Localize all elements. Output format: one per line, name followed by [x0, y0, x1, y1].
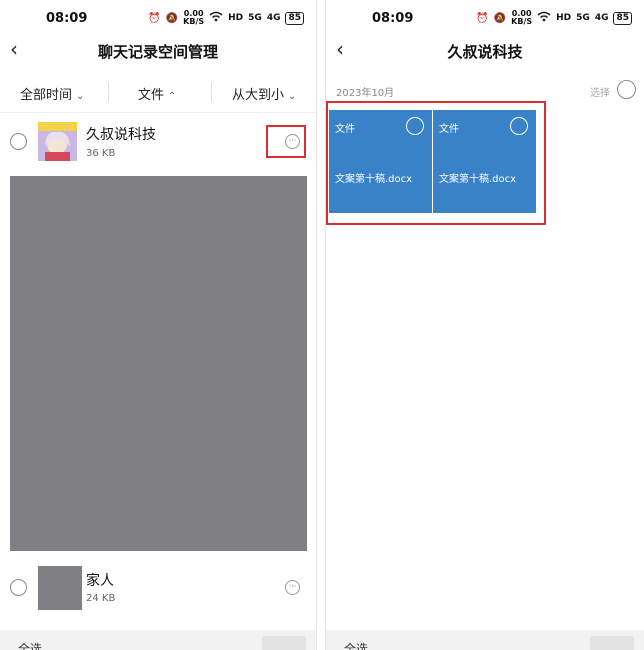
- select-all-button[interactable]: 全选: [18, 640, 42, 650]
- chevron-up-icon: ⌃: [168, 91, 177, 102]
- file-card[interactable]: 文件 文案第十稿.docx: [329, 110, 432, 213]
- status-bar: 08:09 ⏰ 🔕 0.00 KB/S HD 5G 4G 85: [326, 0, 644, 36]
- wifi-icon: [537, 11, 551, 25]
- chevron-down-icon: ⌄: [288, 91, 297, 102]
- action-button[interactable]: [262, 636, 306, 650]
- screen-divider: [316, 0, 326, 650]
- item-name: 家人: [86, 573, 114, 589]
- month-label: 2023年10月: [336, 88, 395, 99]
- file-card[interactable]: 文件 文案第十稿.docx: [433, 110, 536, 213]
- alarm-icon: ⏰: [476, 12, 489, 24]
- status-time: 08:09: [46, 11, 88, 26]
- select-all-button[interactable]: 全选: [344, 640, 368, 650]
- more-icon[interactable]: ···: [285, 580, 300, 595]
- status-bar: 08:09 ⏰ 🔕 0.00 KB/S HD 5G 4G 85: [0, 0, 316, 36]
- wifi-icon: [209, 11, 223, 25]
- status-icons: ⏰ 🔕 0.00 KB/S HD 5G 4G 85: [148, 10, 304, 26]
- signal-5g-icon: 5G: [576, 13, 590, 23]
- signal-4g-icon: 4G: [266, 13, 281, 23]
- item-name: 久叔说科技: [86, 127, 156, 143]
- file-type-label: 文件: [439, 124, 459, 135]
- page-title: 聊天记录空间管理: [97, 43, 218, 61]
- nav-header: ‹ 聊天记录空间管理: [0, 36, 316, 66]
- nav-header: ‹ 久叔说科技: [326, 36, 644, 66]
- right-screen: 08:09 ⏰ 🔕 0.00 KB/S HD 5G 4G 85 ‹ 久叔说科技 …: [326, 0, 644, 650]
- page-title: 久叔说科技: [447, 43, 523, 61]
- file-select-radio[interactable]: [406, 117, 424, 135]
- net-speed: 0.00 KB/S: [183, 9, 205, 26]
- filter-type[interactable]: 文件 ⌃: [138, 84, 176, 103]
- chevron-down-icon: ⌄: [76, 91, 85, 102]
- filter-time[interactable]: 全部时间 ⌄: [20, 84, 84, 103]
- item-radio[interactable]: [10, 133, 27, 150]
- left-screen: 08:09 ⏰ 🔕 0.00 KB/S HD 5G 4G 85 ‹ 聊天记录空间…: [0, 0, 316, 650]
- battery-icon: 85: [613, 11, 632, 25]
- alarm-icon: ⏰: [148, 12, 161, 24]
- filter-sort[interactable]: 从大到小 ⌄: [232, 84, 296, 103]
- mute-icon: 🔕: [165, 12, 179, 24]
- filter-bar: 全部时间 ⌄ 文件 ⌃ 从大到小 ⌄: [0, 72, 316, 113]
- bottom-bar: 全选: [0, 630, 316, 650]
- action-button[interactable]: [590, 636, 634, 650]
- item-size: 36 KB: [86, 148, 116, 159]
- file-type-label: 文件: [335, 124, 355, 135]
- status-icons: ⏰ 🔕 0.00 KB/S HD 5G 4G 85: [476, 10, 632, 26]
- battery-icon: 85: [285, 11, 304, 25]
- signal-4g-icon: 4G: [594, 13, 609, 23]
- file-select-radio[interactable]: [510, 117, 528, 135]
- redacted-image: [10, 176, 307, 551]
- status-time: 08:09: [372, 11, 414, 26]
- net-speed: 0.00 KB/S: [511, 9, 533, 26]
- select-radio[interactable]: [617, 80, 636, 99]
- file-name: 文案第十稿.docx: [335, 174, 413, 185]
- item-radio[interactable]: [10, 579, 27, 596]
- file-name: 文案第十稿.docx: [439, 174, 517, 185]
- avatar: [38, 122, 77, 161]
- mute-icon: 🔕: [493, 12, 507, 24]
- hd-badge: HD: [556, 13, 572, 23]
- signal-5g-icon: 5G: [248, 13, 262, 23]
- more-icon[interactable]: ···: [285, 134, 300, 149]
- avatar: [38, 566, 82, 610]
- item-size: 24 KB: [86, 593, 116, 604]
- bottom-bar: 全选: [326, 630, 644, 650]
- select-button[interactable]: 选择: [590, 84, 610, 99]
- hd-badge: HD: [228, 13, 244, 23]
